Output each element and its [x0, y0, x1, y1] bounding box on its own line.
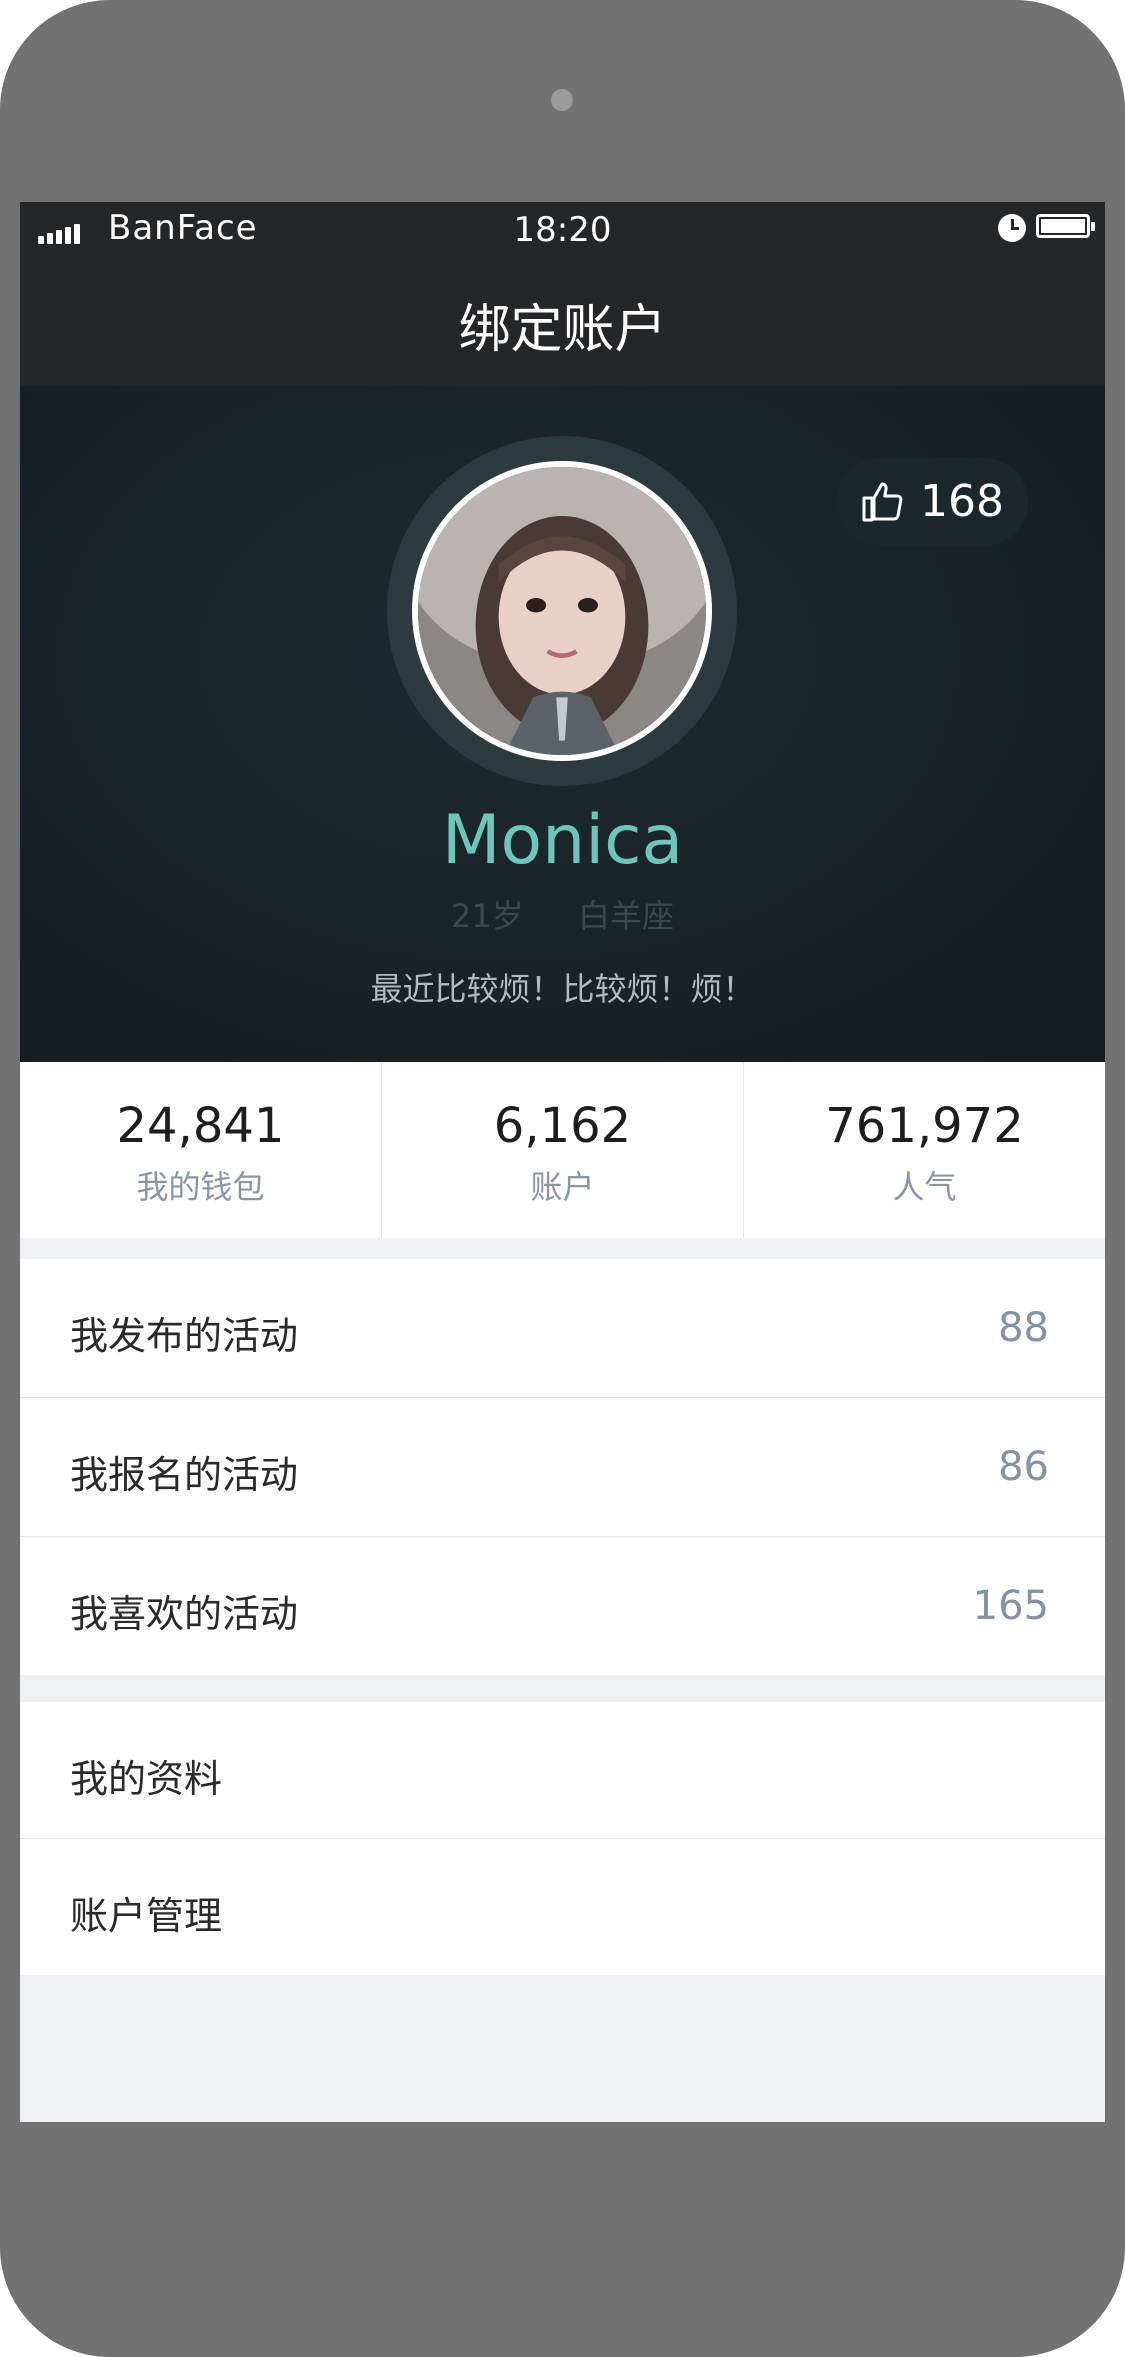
profile-header: 168 Monica 21岁 白羊座 最近比较烦！比较烦！烦！	[20, 386, 1105, 1062]
profile-bio: 最近比较烦！比较烦！烦！	[370, 970, 755, 1008]
activity-list: 我发布的活动 88 我报名的活动 86 我喜欢的活动 165	[20, 1259, 1105, 1675]
list-item-my-profile[interactable]: 我的资料	[20, 1702, 1105, 1839]
like-badge[interactable]: 168	[836, 458, 1028, 546]
list-item-published-activities[interactable]: 我发布的活动 88	[20, 1259, 1105, 1398]
status-bar: BanFace 18:20	[20, 202, 1105, 260]
phone-frame: BanFace 18:20 绑定账户 168 Monica 21岁 白羊座 最近…	[0, 0, 1125, 2357]
list-item-count: 86	[998, 1444, 1049, 1490]
stat-popularity[interactable]: 761,972 人气	[744, 1062, 1105, 1238]
stats-bar: 24,841 我的钱包 6,162 账户 761,972 人气	[20, 1062, 1105, 1238]
stat-value: 6,162	[493, 1098, 632, 1154]
stat-wallet[interactable]: 24,841 我的钱包	[20, 1062, 382, 1238]
status-time: 18:20	[513, 210, 612, 250]
list-item-label: 我发布的活动	[70, 1314, 299, 1358]
avatar-portrait-icon	[418, 467, 706, 755]
stat-account[interactable]: 6,162 账户	[382, 1062, 744, 1238]
profile-zodiac: 白羊座	[577, 897, 674, 935]
profile-name: Monica	[441, 801, 684, 880]
list-item-count: 88	[998, 1305, 1049, 1351]
stat-label: 账户	[530, 1168, 595, 1206]
list-item-count: 165	[972, 1583, 1049, 1629]
profile-age: 21岁	[451, 897, 524, 935]
avatar-ring	[387, 436, 737, 786]
profile-meta: 21岁 白羊座	[20, 891, 1105, 937]
list-item-label: 账户管理	[70, 1894, 223, 1938]
stat-label: 人气	[892, 1168, 957, 1206]
top-bar: BanFace 18:20 绑定账户	[20, 202, 1105, 386]
screen: BanFace 18:20 绑定账户 168 Monica 21岁 白羊座 最近…	[20, 202, 1105, 2122]
camera-dot	[551, 89, 573, 111]
thumbs-up-icon	[862, 482, 903, 522]
list-item-account-management[interactable]: 账户管理	[20, 1839, 1105, 1975]
page-title: 绑定账户	[458, 300, 667, 360]
list-item-label: 我的资料	[70, 1757, 223, 1801]
list-item-label: 我报名的活动	[70, 1453, 299, 1497]
list-item-label: 我喜欢的活动	[70, 1592, 299, 1636]
list-item-liked-activities[interactable]: 我喜欢的活动 165	[20, 1537, 1105, 1675]
stat-value: 761,972	[825, 1098, 1024, 1154]
list-item-registered-activities[interactable]: 我报名的活动 86	[20, 1398, 1105, 1537]
avatar[interactable]	[412, 461, 712, 761]
like-count: 168	[920, 476, 1004, 527]
stat-label: 我的钱包	[136, 1168, 265, 1206]
battery-icon	[1036, 214, 1095, 238]
alarm-clock-icon	[998, 214, 1026, 242]
stat-value: 24,841	[116, 1098, 285, 1154]
settings-list: 我的资料 账户管理	[20, 1702, 1105, 1975]
